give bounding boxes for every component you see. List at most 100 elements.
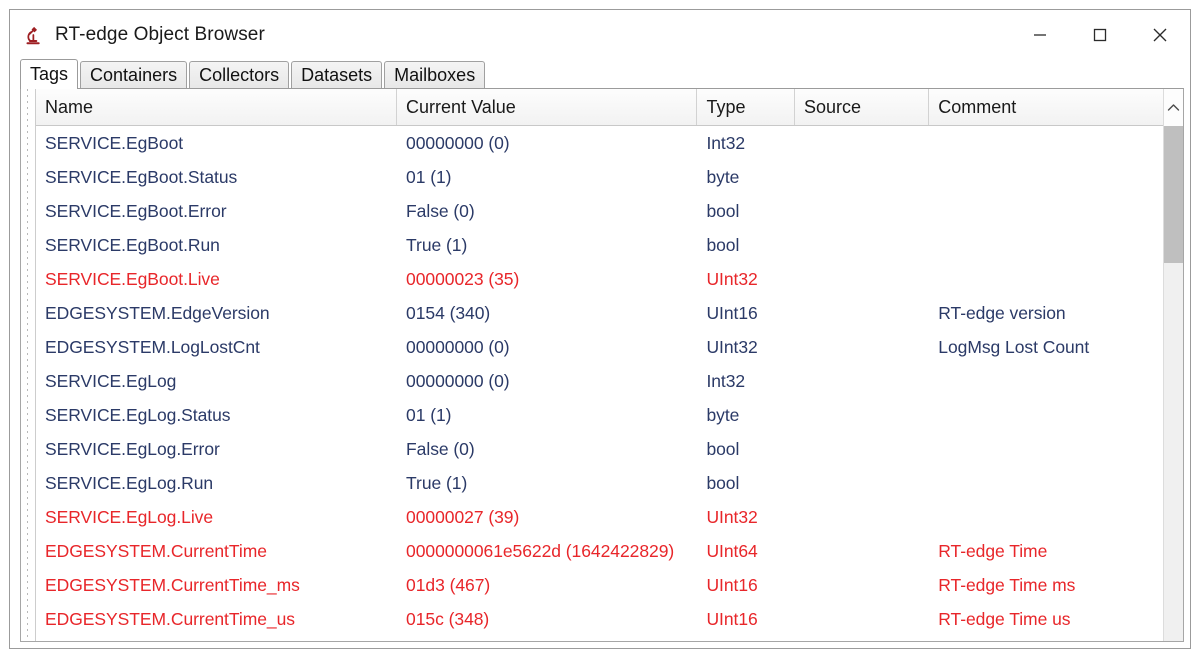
cell-type: UInt32 [706,336,758,357]
cell-type: byte [706,404,740,425]
table-row[interactable]: SERVICE.EgBoot.Run True (1) bool [36,228,1163,262]
cell-name: SERVICE.EgBoot.Status [45,166,238,187]
column-header-current-value[interactable]: Current Value [397,89,698,125]
cell-comment: RT-edge Time [938,540,1048,561]
cell-value: 0000000061e5622d (1642422829) [406,540,675,561]
cell-value: 00000000 (0) [406,132,510,153]
cell-name: EDGESYSTEM.EdgeVersion [45,302,270,323]
column-header-type[interactable]: Type [697,89,795,125]
cell-name: EDGESYSTEM.CurrentTime_us [45,608,295,629]
cell-type: bool [706,234,740,255]
maximize-icon [1093,28,1107,41]
column-header-label: Type [706,96,746,117]
table-row[interactable]: EDGESYSTEM.EdgeVersion 0154 (340) UInt16… [36,296,1163,330]
cell-value: 015c (348) [406,608,490,629]
cell-comment: LogMsg Lost Count [938,336,1090,357]
cell-value: 0154 (340) [406,302,491,323]
window-controls [1010,10,1190,59]
column-header-name[interactable]: Name [36,89,398,125]
table-row[interactable]: SERVICE.EgLog 00000000 (0) Int32 [36,364,1163,398]
scrollbar-thumb[interactable] [1164,126,1183,263]
application-window: RT-edge Object Browser Tags Containers C… [9,9,1191,649]
column-header-label: Comment [938,96,1017,117]
tab-collectors[interactable]: Collectors [189,61,290,89]
cell-value: False (0) [406,200,475,221]
table-row[interactable]: SERVICE.EgLog.Error False (0) bool [36,432,1163,466]
vertical-scrollbar[interactable] [1163,89,1183,641]
grid-main: Name Current Value Type Source Comment S… [36,89,1163,641]
table-row[interactable]: EDGESYSTEM.CurrentTime 0000000061e5622d … [36,534,1163,568]
cell-type: UInt16 [706,302,758,323]
scrollbar-up-button[interactable] [1164,89,1183,126]
cell-type: Int32 [706,132,746,153]
column-header-label: Source [803,96,861,117]
cell-name: SERVICE.EgLog [45,370,177,391]
cell-name: SERVICE.EgLog.Error [45,438,220,459]
cell-value: 00000000 (0) [406,370,510,391]
cell-type: bool [706,472,740,493]
table-row[interactable]: EDGESYSTEM.LogLostCnt 00000000 (0) UInt3… [36,330,1163,364]
column-header-label: Name [45,96,94,117]
cell-name: SERVICE.EgBoot.Live [45,268,220,289]
gutter-rule [27,89,28,641]
close-button[interactable] [1130,10,1190,59]
table-row[interactable]: EDGESYSTEM.CurrentTime_us 015c (348) UIn… [36,602,1163,636]
microscope-icon [22,24,44,46]
table-row[interactable]: SERVICE.EgLog.Run True (1) bool [36,466,1163,500]
scrollbar-track[interactable] [1164,126,1183,641]
cell-name: SERVICE.EgLog.Run [45,472,214,493]
cell-type: UInt64 [706,540,758,561]
cell-name: SERVICE.EgLog.Live [45,506,214,527]
tab-label: Tags [30,64,69,84]
column-header-comment[interactable]: Comment [929,89,1163,125]
cell-value: True (1) [406,472,468,493]
cell-comment: RT-edge Time us [938,608,1071,629]
tab-label: Containers [90,65,178,85]
chevron-up-icon [1167,104,1180,111]
table-row[interactable]: SERVICE.EgBoot 00000000 (0) Int32 [36,126,1163,160]
cell-value: 01 (1) [406,404,452,425]
cell-type: bool [706,438,740,459]
tags-table-panel: Name Current Value Type Source Comment S… [20,88,1184,642]
cell-type: UInt32 [706,268,758,289]
cell-name: EDGESYSTEM.CurrentTime [45,540,267,561]
cell-comment: RT-edge Time ms [938,574,1076,595]
tab-label: Collectors [199,65,280,85]
table-row[interactable]: SERVICE.EgLog.Live 00000027 (39) UInt32 [36,500,1163,534]
cell-value: 01 (1) [406,166,452,187]
minimize-button[interactable] [1010,10,1070,59]
cell-type: byte [706,166,740,187]
cell-value: True (1) [406,234,468,255]
table-row[interactable]: SERVICE.EgBoot.Error False (0) bool [36,194,1163,228]
table-body: SERVICE.EgBoot 00000000 (0) Int32 SERVIC… [36,126,1163,641]
table-row[interactable]: SERVICE.EgLog.Status 01 (1) byte [36,398,1163,432]
cell-name: EDGESYSTEM.CurrentTime_ms [45,574,300,595]
tab-strip: Tags Containers Collectors Datasets Mail… [10,59,1190,89]
cell-type: UInt16 [706,608,758,629]
cell-value: False (0) [406,438,475,459]
minimize-icon [1034,33,1046,36]
cell-name: EDGESYSTEM.LogLostCnt [45,336,260,357]
column-header-label: Current Value [406,96,516,117]
table-row[interactable]: SERVICE.EgBoot.Live 00000023 (35) UInt32 [36,262,1163,296]
cell-name: SERVICE.EgBoot.Error [45,200,227,221]
tab-label: Mailboxes [394,65,476,85]
tab-tags[interactable]: Tags [20,59,79,89]
table-row[interactable]: EDGESYSTEM.CurrentTime_ms 01d3 (467) UIn… [36,568,1163,602]
cell-type: UInt32 [706,506,758,527]
cell-value: 00000023 (35) [406,268,520,289]
cell-name: SERVICE.EgLog.Status [45,404,231,425]
title-bar-left: RT-edge Object Browser [10,24,265,46]
maximize-button[interactable] [1070,10,1130,59]
cell-type: UInt16 [706,574,758,595]
tab-label: Datasets [301,65,373,85]
table-header-row: Name Current Value Type Source Comment [36,89,1163,126]
table-row[interactable]: SERVICE.EgBoot.Status 01 (1) byte [36,160,1163,194]
tab-containers[interactable]: Containers [80,61,188,89]
cell-type: Int32 [706,370,746,391]
tab-mailboxes[interactable]: Mailboxes [384,61,486,89]
cell-value: 00000000 (0) [406,336,510,357]
window-title: RT-edge Object Browser [55,23,265,45]
column-header-source[interactable]: Source [795,89,930,125]
tab-datasets[interactable]: Datasets [291,61,383,89]
